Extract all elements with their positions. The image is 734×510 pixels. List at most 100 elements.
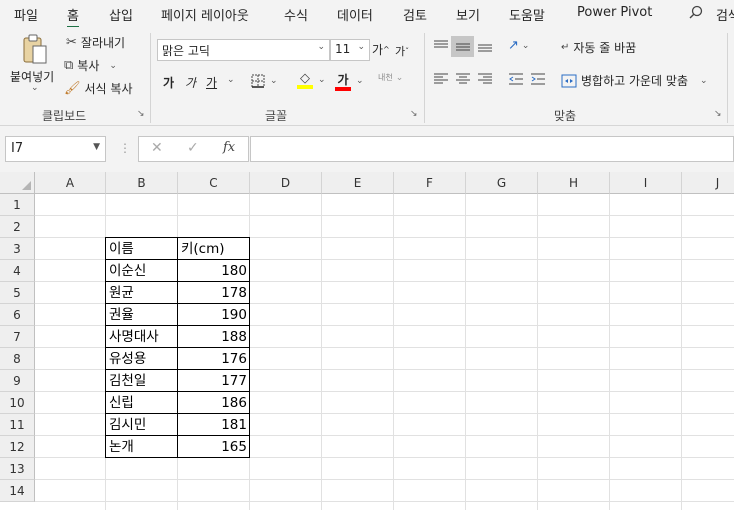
cell-height[interactable]: 181	[178, 414, 250, 436]
column-header-g[interactable]: G	[466, 172, 538, 194]
tab-data[interactable]: 데이터	[337, 5, 373, 24]
column-header-j[interactable]: J	[682, 172, 734, 194]
row-header-2[interactable]: 2	[0, 216, 35, 238]
borders-button[interactable]: ⌄	[251, 74, 278, 88]
worksheet-grid[interactable]: ABCDEFGHIJ 1 2 3 4 5 6 7 8 9 10 11 12 13 14 이름 키(cm) 이순…	[0, 172, 734, 510]
column-header-e[interactable]: E	[322, 172, 394, 194]
cell-name[interactable]: 신립	[106, 392, 178, 414]
font-color-button[interactable]: 가 ⌄	[335, 71, 364, 91]
column-header-d[interactable]: D	[250, 172, 322, 194]
increase-indent-button[interactable]	[530, 72, 546, 86]
search-icon[interactable]	[689, 5, 703, 23]
row-header-4[interactable]: 4	[0, 260, 35, 282]
tab-power-pivot[interactable]: Power Pivot	[577, 5, 652, 20]
orientation-button[interactable]: ↗ ⌄	[508, 38, 529, 53]
column-header-i[interactable]: I	[610, 172, 682, 194]
cancel-icon[interactable]: ✕	[151, 140, 163, 156]
cell-name[interactable]: 권율	[106, 304, 178, 326]
tab-view[interactable]: 보기	[456, 5, 480, 24]
cell-name[interactable]: 김시민	[106, 414, 178, 436]
name-box[interactable]: I7 ▼	[5, 136, 106, 162]
cell-height[interactable]: 190	[178, 304, 250, 326]
gridline	[35, 479, 734, 480]
align-right-button[interactable]	[477, 72, 493, 86]
drag-handle-icon[interactable]: ⋮	[119, 141, 131, 155]
row-header-6[interactable]: 6	[0, 304, 35, 326]
row-header-1[interactable]: 1	[0, 194, 35, 216]
row-header-13[interactable]: 13	[0, 458, 35, 480]
row-header-5[interactable]: 5	[0, 282, 35, 304]
column-header-c[interactable]: C	[178, 172, 250, 194]
paste-icon[interactable]	[21, 33, 49, 67]
format-painter-label: 서식 복사	[84, 82, 133, 96]
grow-font-button[interactable]: 가 ^	[372, 41, 390, 58]
tab-help[interactable]: 도움말	[509, 5, 545, 24]
tab-formulas[interactable]: 수식	[284, 5, 308, 24]
header-cell-height[interactable]: 키(cm)	[178, 238, 250, 260]
group-label-alignment: 맞춤	[554, 109, 577, 123]
align-bottom-button[interactable]	[477, 39, 493, 53]
decrease-indent-button[interactable]	[508, 72, 524, 86]
enter-icon[interactable]: ✓	[187, 140, 199, 156]
formula-input[interactable]	[250, 136, 734, 162]
cut-button[interactable]: ✂ 잘라내기	[66, 34, 125, 51]
column-header-f[interactable]: F	[394, 172, 466, 194]
row-header-8[interactable]: 8	[0, 348, 35, 370]
cell-height[interactable]: 188	[178, 326, 250, 348]
shrink-font-button[interactable]: 가ˇ	[395, 43, 409, 59]
column-header-a[interactable]: A	[35, 172, 106, 194]
tab-page-layout[interactable]: 페이지 레이아웃	[161, 5, 249, 24]
cell-name[interactable]: 논개	[106, 436, 178, 458]
row-header-10[interactable]: 10	[0, 392, 35, 414]
cell-height[interactable]: 186	[178, 392, 250, 414]
insert-function-icon[interactable]: fx	[223, 140, 235, 155]
bold-button[interactable]: 가	[163, 74, 174, 91]
cell-height[interactable]: 177	[178, 370, 250, 392]
tab-home[interactable]: 홈	[67, 5, 79, 29]
copy-button[interactable]: ⧉ 복사 ⌄	[64, 57, 117, 74]
fill-color-button[interactable]: ◇ ⌄	[297, 71, 326, 89]
underline-button[interactable]: 가	[206, 74, 217, 91]
align-top-button[interactable]	[433, 39, 449, 53]
align-left-button[interactable]	[433, 72, 449, 86]
format-painter-button[interactable]: 🖌 서식 복사	[64, 80, 133, 97]
cell-name[interactable]: 유성용	[106, 348, 178, 370]
column-header-h[interactable]: H	[538, 172, 610, 194]
cell-height[interactable]: 176	[178, 348, 250, 370]
align-middle-button[interactable]	[451, 36, 474, 57]
row-header-3[interactable]: 3	[0, 238, 35, 260]
cell-height[interactable]: 178	[178, 282, 250, 304]
italic-button[interactable]: 가	[185, 74, 196, 91]
merge-dropdown-icon[interactable]: ⌄	[700, 76, 708, 86]
tab-file[interactable]: 파일	[14, 5, 38, 24]
font-size-select[interactable]: 11 ⌄	[330, 39, 370, 61]
font-name-select[interactable]: 맑은 고딕 ⌄	[157, 39, 330, 61]
copy-dropdown-icon[interactable]: ⌄	[109, 61, 117, 71]
cell-height[interactable]: 165	[178, 436, 250, 458]
cell-name[interactable]: 이순신	[106, 260, 178, 282]
row-header-14[interactable]: 14	[0, 480, 35, 502]
tab-insert[interactable]: 삽입	[109, 5, 133, 24]
row-header-7[interactable]: 7	[0, 326, 35, 348]
cell-name[interactable]: 김천일	[106, 370, 178, 392]
alignment-launcher-icon[interactable]: ↘	[714, 109, 722, 119]
underline-dropdown-icon[interactable]: ⌄	[227, 75, 235, 85]
merge-center-button[interactable]: 병합하고 가운데 맞춤 ⌄	[561, 72, 708, 89]
cell-name[interactable]: 원균	[106, 282, 178, 304]
cell-height[interactable]: 180	[178, 260, 250, 282]
row-header-9[interactable]: 9	[0, 370, 35, 392]
paste-dropdown-icon[interactable]: ⌄	[31, 83, 39, 93]
wrap-text-button[interactable]: ↵ 자동 줄 바꿈	[561, 39, 636, 56]
phonetic-button[interactable]: 내천 ⌄	[378, 72, 403, 83]
tab-search[interactable]: 검색	[716, 5, 734, 24]
clipboard-launcher-icon[interactable]: ↘	[137, 109, 145, 119]
row-header-11[interactable]: 11	[0, 414, 35, 436]
align-center-button[interactable]	[455, 72, 471, 86]
select-all-button[interactable]	[0, 172, 35, 194]
header-cell-name[interactable]: 이름	[106, 238, 178, 260]
tab-review[interactable]: 검토	[403, 5, 427, 24]
row-header-12[interactable]: 12	[0, 436, 35, 458]
font-launcher-icon[interactable]: ↘	[410, 109, 418, 119]
cell-name[interactable]: 사명대사	[106, 326, 178, 348]
column-header-b[interactable]: B	[106, 172, 178, 194]
